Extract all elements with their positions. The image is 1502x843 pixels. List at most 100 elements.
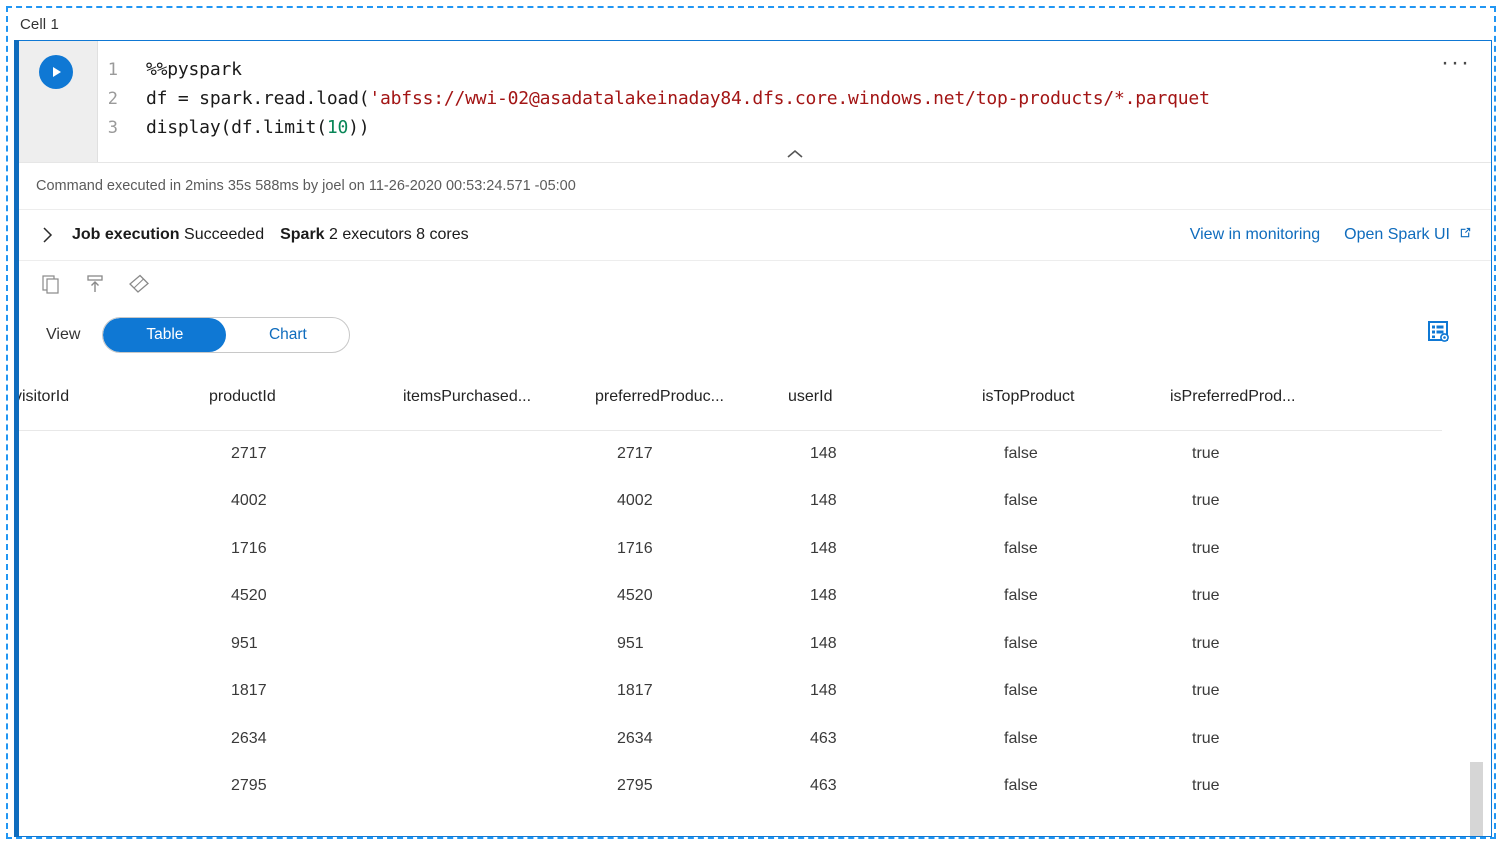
cell-more-options-button[interactable]: ··· bbox=[1435, 49, 1477, 77]
code-text: %%pyspark bbox=[146, 59, 242, 80]
move-to-top-icon[interactable] bbox=[84, 273, 106, 295]
notebook-cell-screenshot: Cell 1 1 %%pyspark 2 df = spark.read.loa… bbox=[0, 0, 1502, 843]
job-engine-detail: 2 executors 8 cores bbox=[329, 226, 469, 243]
line-number: 3 bbox=[107, 117, 118, 138]
view-in-monitoring-link[interactable]: View in monitoring bbox=[1190, 226, 1320, 244]
code-line-2: 2 df = spark.read.load('abfss://wwi-02@a… bbox=[98, 84, 1491, 113]
execution-status-text: Command executed in 2mins 35s 588ms by j… bbox=[14, 163, 1491, 210]
cell-visitorid bbox=[14, 620, 209, 668]
collapse-editor-chevron-up-icon[interactable] bbox=[784, 148, 806, 160]
table-row[interactable]: 4520 4520 148 false true bbox=[14, 573, 1442, 621]
cell-productid: 2634 bbox=[231, 729, 267, 747]
cell-ispreferredproduct: true bbox=[1192, 634, 1220, 652]
column-header-itemspurchased[interactable]: itemsPurchased... bbox=[403, 364, 595, 431]
line-number: 1 bbox=[107, 59, 118, 80]
table-row[interactable]: 2795 2795 463 false true bbox=[14, 763, 1442, 811]
column-header-preferredproductid[interactable]: preferredProduc... bbox=[595, 364, 788, 431]
cell-ispreferredproduct: true bbox=[1192, 777, 1220, 795]
view-toggle: Table Chart bbox=[102, 317, 351, 353]
cell-userid: 148 bbox=[810, 587, 837, 605]
cell-ispreferredproduct: true bbox=[1192, 682, 1220, 700]
cell-productid: 1817 bbox=[231, 682, 267, 700]
table-row[interactable]: 951 951 148 false true bbox=[14, 620, 1442, 668]
cell-preferredproductid: 4520 bbox=[617, 587, 653, 605]
column-header-visitorid[interactable]: visitorId bbox=[14, 364, 209, 431]
cell-ispreferredproduct: true bbox=[1192, 445, 1220, 462]
table-header-row: visitorId productId itemsPurchased... pr… bbox=[14, 364, 1442, 431]
table-row[interactable]: 1817 1817 148 false true bbox=[14, 668, 1442, 716]
cell-istopproduct: false bbox=[1004, 729, 1038, 747]
table-row[interactable]: 1716 1716 148 false true bbox=[14, 525, 1442, 573]
cell-userid: 148 bbox=[810, 634, 837, 652]
table-row[interactable]: 4002 4002 148 false true bbox=[14, 478, 1442, 526]
cell-userid: 463 bbox=[810, 729, 837, 747]
active-cell-indicator bbox=[14, 40, 19, 837]
tab-table[interactable]: Table bbox=[103, 318, 227, 352]
code-string-literal: 'abfss://wwi-02@asadatalakeinaday84.dfs.… bbox=[369, 88, 1210, 109]
cell-userid: 148 bbox=[810, 682, 837, 700]
table-row[interactable]: 2717 2717 148 false true bbox=[14, 430, 1442, 478]
cell-productid: 2795 bbox=[231, 777, 267, 795]
cell-itemspurchased bbox=[403, 620, 595, 668]
cell-preferredproductid: 951 bbox=[617, 634, 644, 652]
cell-visitorid bbox=[14, 763, 209, 811]
column-header-istopproduct[interactable]: isTopProduct bbox=[982, 364, 1170, 431]
code-editor: 1 %%pyspark 2 df = spark.read.load('abfs… bbox=[14, 41, 1491, 163]
cell-userid: 148 bbox=[810, 539, 837, 557]
notebook-cell: 1 %%pyspark 2 df = spark.read.load('abfs… bbox=[14, 40, 1492, 837]
cell-visitorid bbox=[14, 573, 209, 621]
cell-visitorid bbox=[14, 525, 209, 573]
cell-userid: 148 bbox=[810, 492, 837, 510]
code-plain: display(df.limit( bbox=[146, 117, 327, 138]
cell-preferredproductid: 1716 bbox=[617, 539, 653, 557]
open-spark-ui-link[interactable]: Open Spark UI bbox=[1344, 225, 1473, 245]
cell-preferredproductid: 4002 bbox=[617, 492, 653, 510]
cell-istopproduct: false bbox=[1004, 634, 1038, 652]
cell-label: Cell 1 bbox=[20, 16, 59, 33]
copy-icon[interactable] bbox=[40, 273, 62, 295]
cell-itemspurchased bbox=[403, 668, 595, 716]
cell-preferredproductid: 2795 bbox=[617, 777, 653, 795]
cell-productid: 4520 bbox=[231, 587, 267, 605]
run-cell-button[interactable] bbox=[38, 55, 73, 89]
cell-visitorid bbox=[14, 715, 209, 763]
cell-preferredproductid: 2634 bbox=[617, 729, 653, 747]
cell-visitorid bbox=[14, 478, 209, 526]
column-header-userid[interactable]: userId bbox=[788, 364, 982, 431]
clear-output-eraser-icon[interactable] bbox=[128, 273, 150, 295]
column-header-ispreferredproduct[interactable]: isPreferredProd... bbox=[1170, 364, 1442, 431]
cell-itemspurchased bbox=[403, 763, 595, 811]
cell-ispreferredproduct: true bbox=[1192, 539, 1220, 557]
code-plain-tail: )) bbox=[348, 117, 370, 138]
code-area[interactable]: 1 %%pyspark 2 df = spark.read.load('abfs… bbox=[98, 41, 1491, 162]
open-spark-ui-label: Open Spark UI bbox=[1344, 226, 1450, 243]
code-number-literal: 10 bbox=[326, 117, 349, 138]
results-table-container: visitorId productId itemsPurchased... pr… bbox=[14, 364, 1491, 836]
cell-istopproduct: false bbox=[1004, 492, 1038, 510]
line-number: 2 bbox=[107, 88, 118, 109]
results-scrollbar-thumb[interactable] bbox=[1470, 762, 1483, 836]
cell-istopproduct: false bbox=[1004, 587, 1038, 605]
cell-ispreferredproduct: true bbox=[1192, 729, 1220, 747]
cell-itemspurchased bbox=[403, 715, 595, 763]
cell-userid: 148 bbox=[810, 445, 837, 462]
cell-productid: 1716 bbox=[231, 539, 267, 557]
code-text: df = spark.read.load('abfss://wwi-02@asa… bbox=[146, 88, 1210, 109]
external-link-icon bbox=[1458, 225, 1473, 245]
expand-job-chevron-right-icon[interactable] bbox=[42, 226, 64, 244]
cell-itemspurchased bbox=[403, 573, 595, 621]
cell-istopproduct: false bbox=[1004, 777, 1038, 795]
cell-istopproduct: false bbox=[1004, 445, 1038, 462]
table-row[interactable]: 2634 2634 463 false true bbox=[14, 715, 1442, 763]
cell-visitorid bbox=[14, 668, 209, 716]
cell-itemspurchased bbox=[403, 525, 595, 573]
results-table: visitorId productId itemsPurchased... pr… bbox=[14, 364, 1442, 810]
column-header-productid[interactable]: productId bbox=[209, 364, 403, 431]
table-settings-icon[interactable] bbox=[1425, 318, 1453, 346]
cell-itemspurchased bbox=[403, 430, 595, 478]
cell-istopproduct: false bbox=[1004, 539, 1038, 557]
output-toolbar bbox=[14, 261, 1491, 306]
code-plain: df = spark.read.load( bbox=[146, 88, 370, 109]
cell-itemspurchased bbox=[403, 478, 595, 526]
tab-chart[interactable]: Chart bbox=[226, 318, 349, 352]
